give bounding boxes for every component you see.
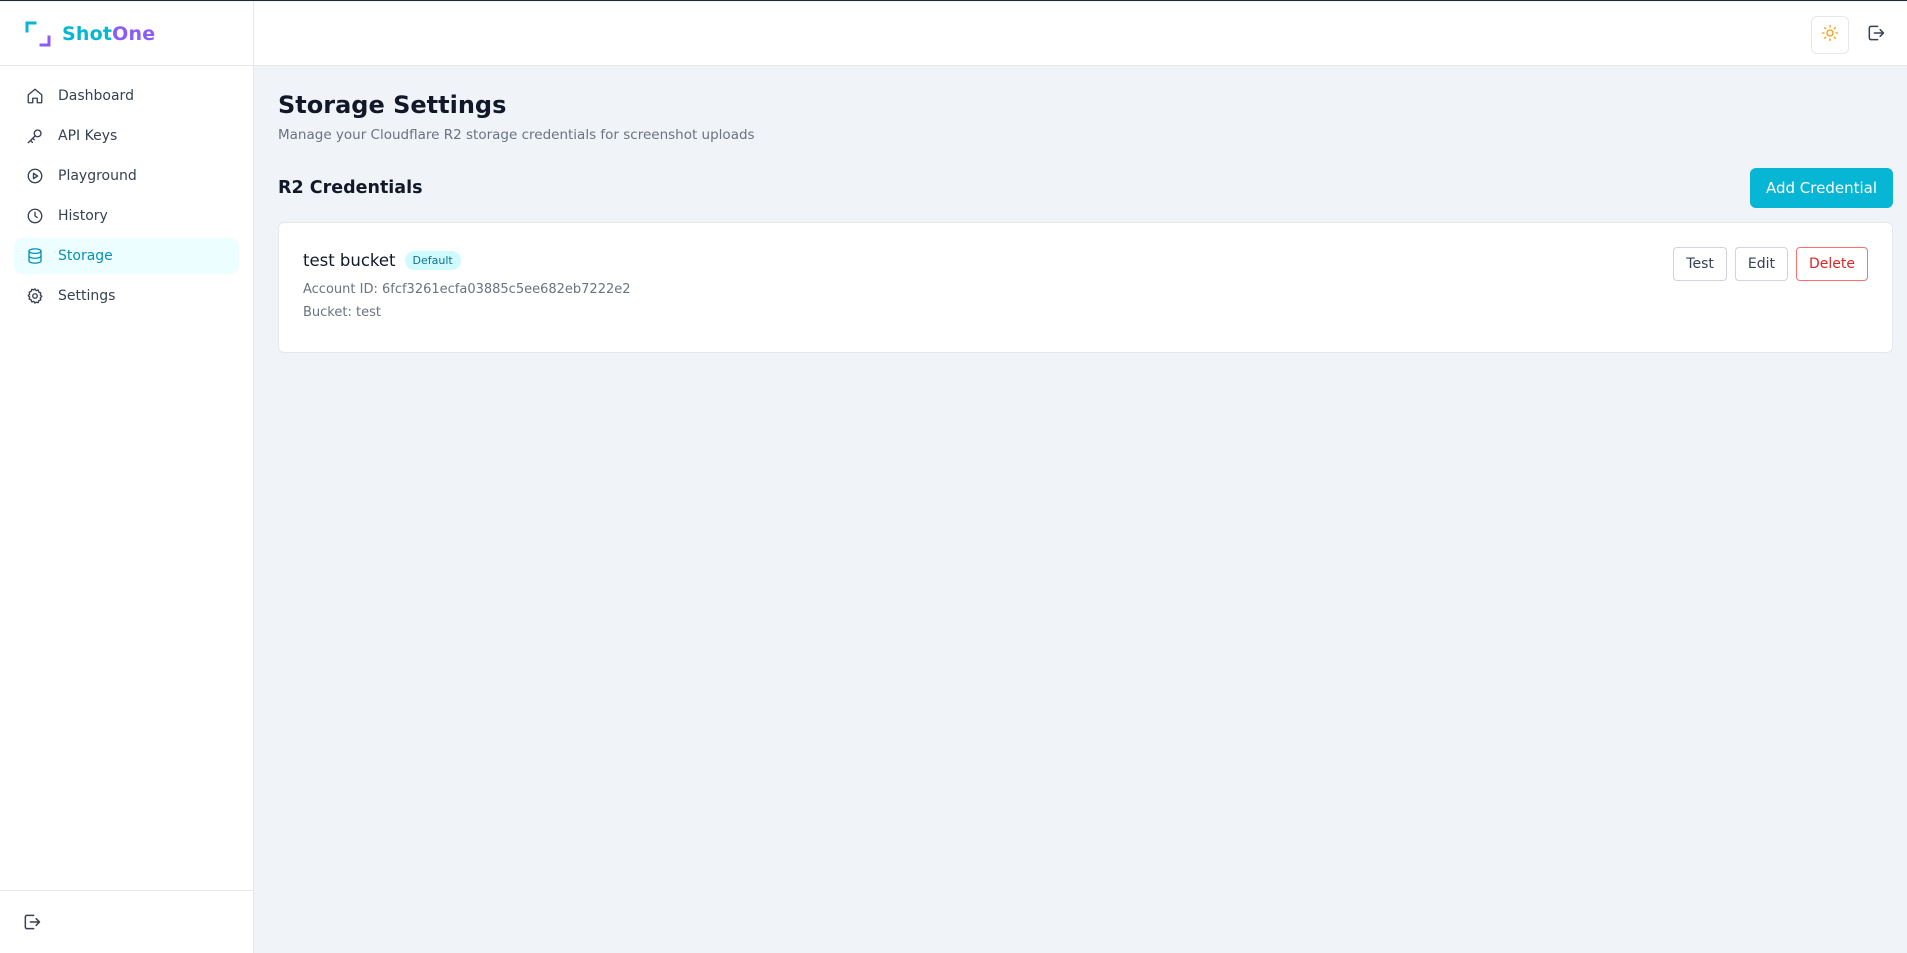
- add-credential-button[interactable]: Add Credential: [1749, 168, 1893, 208]
- play-circle-icon: [26, 167, 44, 185]
- page-subtitle: Manage your Cloudflare R2 storage creden…: [278, 127, 755, 143]
- sidebar-item-label: Settings: [58, 288, 116, 304]
- brand-name-part2: One: [112, 22, 156, 45]
- credential-card: test bucket Default Account ID: 6fcf3261…: [278, 222, 1893, 353]
- section-header: R2 Credentials Add Credential: [278, 168, 1893, 208]
- bucket-name: Bucket: test: [303, 305, 381, 320]
- credential-actions: Test Edit Delete: [1673, 247, 1868, 281]
- sidebar-item-label: History: [58, 208, 108, 224]
- gear-icon: [26, 287, 44, 305]
- delete-button[interactable]: Delete: [1796, 247, 1868, 281]
- sidebar: ShotOne Dashboard API Keys Playground Hi…: [0, 2, 254, 953]
- sidebar-footer: [0, 890, 253, 953]
- sidebar-item-label: API Keys: [58, 128, 118, 144]
- clock-icon: [26, 207, 44, 225]
- brand-name: ShotOne: [62, 23, 155, 45]
- logout-icon[interactable]: [22, 912, 44, 934]
- edit-button[interactable]: Edit: [1734, 247, 1788, 281]
- credential-title-row: test bucket Default: [303, 251, 1868, 270]
- sidebar-item-dashboard[interactable]: Dashboard: [14, 78, 239, 114]
- brand[interactable]: ShotOne: [0, 2, 253, 66]
- sidebar-nav: Dashboard API Keys Playground History St…: [0, 66, 253, 330]
- credential-name: test bucket: [303, 251, 396, 270]
- default-badge: Default: [404, 251, 461, 270]
- brand-name-part1: Shot: [62, 22, 113, 45]
- account-id: Account ID: 6fcf3261ecfa03885c5ee682eb72…: [303, 282, 631, 297]
- sidebar-item-playground[interactable]: Playground: [14, 158, 239, 194]
- home-icon: [26, 87, 44, 105]
- sidebar-item-settings[interactable]: Settings: [14, 278, 239, 314]
- section-title: R2 Credentials: [278, 178, 423, 198]
- test-button[interactable]: Test: [1673, 247, 1727, 281]
- sidebar-item-storage[interactable]: Storage: [14, 238, 239, 274]
- top-bar: [254, 2, 1907, 66]
- sun-icon: [1821, 24, 1839, 46]
- sidebar-item-history[interactable]: History: [14, 198, 239, 234]
- database-icon: [26, 247, 44, 265]
- page-title: Storage Settings: [278, 91, 507, 119]
- sidebar-item-label: Dashboard: [58, 88, 134, 104]
- logout-icon: [1866, 23, 1886, 47]
- sidebar-item-label: Storage: [58, 248, 113, 264]
- key-icon: [26, 127, 44, 145]
- sidebar-item-api-keys[interactable]: API Keys: [14, 118, 239, 154]
- sidebar-item-label: Playground: [58, 168, 137, 184]
- main-content: Storage Settings Manage your Cloudflare …: [278, 67, 1893, 353]
- logout-button[interactable]: [1865, 24, 1887, 46]
- theme-toggle-button[interactable]: [1811, 16, 1849, 54]
- brand-logo-icon: [24, 20, 52, 48]
